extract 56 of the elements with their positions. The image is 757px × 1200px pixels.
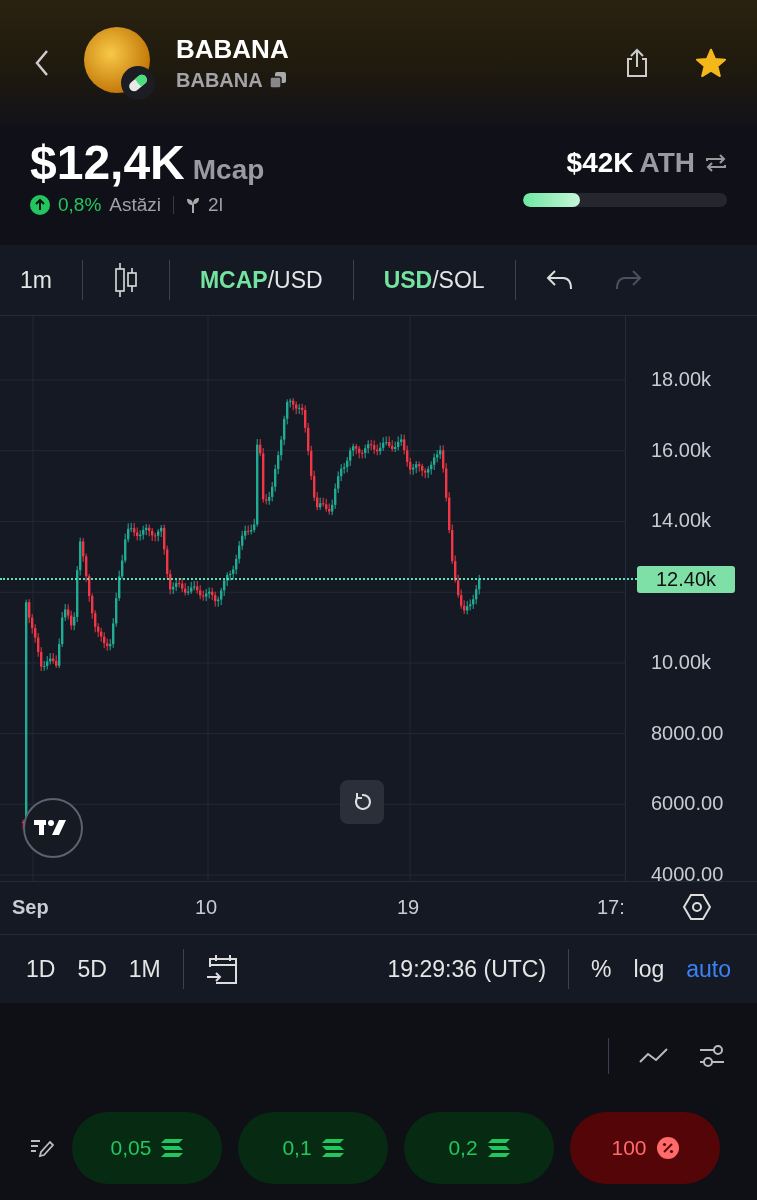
reset-chart-button[interactable] [340, 780, 384, 824]
change-percent: 0,8% [58, 194, 102, 216]
quick-buy-button[interactable]: 0,2 [404, 1112, 554, 1184]
market-cap-value: $12,4K [30, 135, 185, 190]
range-button[interactable]: 1D [26, 955, 56, 983]
token-name: BABANA [176, 33, 289, 65]
quick-sell-button[interactable]: 100 [570, 1112, 720, 1184]
scale-option[interactable]: auto [686, 955, 731, 983]
price-axis-label: 16.00k [651, 438, 712, 462]
candlestick-icon[interactable] [112, 262, 139, 298]
quick-buy-button[interactable]: 0,1 [238, 1112, 388, 1184]
arrow-up-icon [30, 195, 50, 215]
token-ticker: BABANA [176, 68, 263, 92]
price-axis-label: 4000.00 [651, 863, 724, 886]
interval-button[interactable]: 1m [20, 266, 52, 294]
logo-icon[interactable] [22, 797, 84, 859]
percent-icon [656, 1137, 679, 1159]
change-period: Astăzi [109, 194, 162, 216]
swap-icon[interactable] [705, 153, 727, 173]
price-axis-label: 8000.00 [651, 721, 724, 745]
price-axis-label: 14.00k [651, 509, 712, 533]
price-axis-label: 18.00k [651, 368, 712, 391]
clock-time: 19:29:36 (UTC) [387, 955, 547, 983]
calendar-icon[interactable] [205, 953, 240, 985]
reset-icon [352, 792, 372, 812]
currency-pair-toggle[interactable]: USD/SOL [383, 266, 485, 294]
ath-value: $42K [566, 147, 634, 179]
currency-pair-toggle[interactable]: MCAP/USD [199, 266, 323, 294]
undo-icon[interactable] [545, 269, 574, 291]
solana-icon [487, 1139, 510, 1157]
scale-option[interactable]: % [591, 955, 612, 983]
time-axis-label: Sep [12, 896, 49, 919]
edit-list-icon[interactable] [30, 1138, 56, 1158]
sliders-icon[interactable] [699, 1042, 725, 1069]
time-axis-label: 10 [195, 896, 218, 919]
sprout-icon [186, 197, 201, 213]
price-axis-label: 6000.00 [651, 792, 724, 816]
star-icon[interactable] [695, 46, 727, 79]
settings-icon[interactable] [683, 894, 711, 920]
solana-icon [161, 1139, 184, 1157]
range-button[interactable]: 1M [128, 955, 161, 983]
market-cap-label: Mcap [192, 154, 265, 186]
quick-buy-button[interactable]: 0,05 [72, 1112, 222, 1184]
line-chart-icon[interactable] [639, 1046, 669, 1065]
time-axis-label: 17: [597, 896, 625, 919]
last-price-label: 12.40k [637, 566, 735, 593]
range-button[interactable]: 5D [77, 955, 107, 983]
ath-label: ATH [639, 147, 695, 179]
pill-icon [120, 64, 156, 101]
time-axis-label: 19 [397, 896, 420, 919]
scale-option[interactable]: log [633, 955, 665, 983]
token-age: 2l [208, 194, 223, 216]
back-icon[interactable] [34, 48, 50, 77]
copy-icon[interactable] [268, 71, 287, 89]
price-axis-label: 10.00k [651, 651, 712, 674]
solana-icon [321, 1139, 344, 1157]
